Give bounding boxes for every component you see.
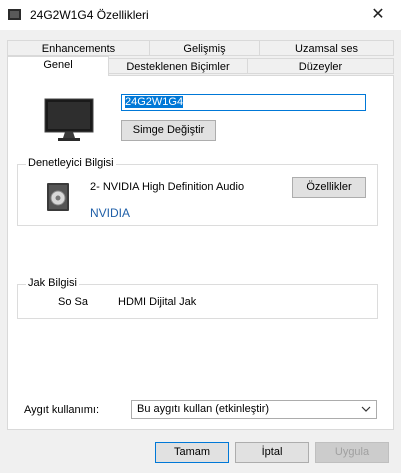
device-usage-value: Bu aygıtı kullan (etkinleştir) [137,403,270,415]
tab-gelismis[interactable]: Gelişmiş [149,40,260,56]
ok-button[interactable]: Tamam [155,442,229,463]
tab-desteklenen-bicimler[interactable]: Desteklenen Biçimler [108,58,248,74]
close-button[interactable]: ✕ [355,0,401,30]
window-title: 24G2W1G4 Özellikleri [30,8,149,22]
chevron-down-icon [361,404,371,417]
jack-group-title: Jak Bilgisi [26,277,79,289]
speaker-icon [47,183,69,211]
device-usage-select[interactable]: Bu aygıtı kullan (etkinleştir) [131,400,377,419]
controller-name: 2- NVIDIA High Definition Audio [90,181,245,193]
tab-duzeyler[interactable]: Düzeyler [247,58,394,74]
change-icon-button[interactable]: Simge Değiştir [121,120,216,141]
tab-genel[interactable]: Genel [7,56,109,76]
jack-side: So Sa [58,296,88,308]
tab-uzamsal-ses[interactable]: Uzamsal ses [259,40,394,56]
title-bar: 24G2W1G4 Özellikleri ✕ [0,0,401,31]
apply-button[interactable]: Uygula [315,442,389,463]
speaker-app-icon [8,9,21,20]
close-icon: ✕ [371,6,385,23]
device-usage-label: Aygıt kullanımı: [24,404,99,416]
cancel-button[interactable]: İptal [235,442,309,463]
device-name-field[interactable]: 24G2W1G4 [121,94,366,111]
jack-type: HDMI Dijital Jak [118,296,197,308]
properties-button[interactable]: Özellikler [292,177,366,198]
monitor-icon [44,98,94,141]
controller-vendor-link[interactable]: NVIDIA [90,206,130,220]
controller-group-title: Denetleyici Bilgisi [26,157,116,169]
tab-enhancements[interactable]: Enhancements [7,40,150,56]
device-name-value: 24G2W1G4 [125,96,184,108]
